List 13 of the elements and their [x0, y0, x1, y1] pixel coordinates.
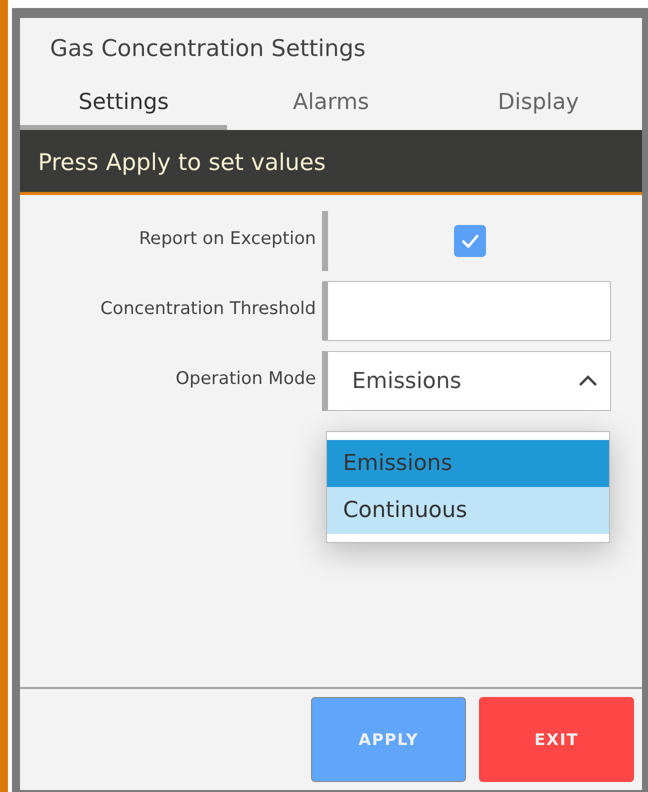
dropdown-option[interactable]: Emissions	[327, 440, 609, 487]
tab[interactable]: Alarms	[227, 78, 435, 130]
dialog-title: Gas Concentration Settings	[49, 35, 367, 64]
field-label: Operation Mode	[174, 368, 316, 389]
exit-button[interactable]: EXIT	[479, 697, 634, 782]
input-field[interactable]	[322, 281, 611, 341]
checkbox[interactable]	[454, 225, 486, 257]
info-banner: Press Apply to set values	[20, 130, 642, 195]
select-field[interactable]: Emissions	[322, 351, 611, 411]
field-label: Concentration Threshold	[99, 298, 316, 319]
dropdown-option[interactable]: Continuous	[327, 487, 609, 534]
field-label: Report on Exception	[138, 228, 316, 249]
tab[interactable]: Display	[434, 78, 642, 130]
